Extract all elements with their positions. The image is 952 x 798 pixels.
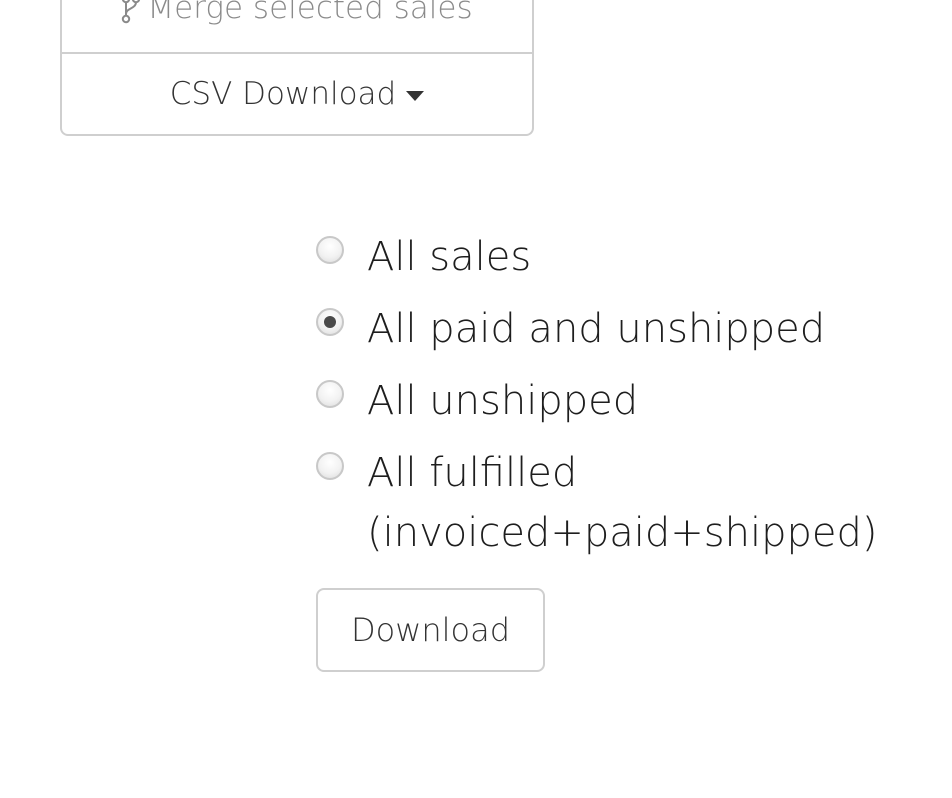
merge-selected-sales-button[interactable]: Merge selected sales: [62, 0, 532, 54]
merge-selected-sales-label: Merge selected sales: [147, 0, 473, 26]
radio-all-sales[interactable]: [316, 236, 344, 264]
option-all-paid-and-unshipped[interactable]: All paid and unshipped: [316, 304, 916, 376]
option-all-fulfilled[interactable]: All fulfilled (invoiced+paid+shipped): [316, 448, 916, 568]
option-label: All unshipped: [367, 378, 639, 424]
option-label: All fulfilled (invoiced+paid+shipped): [367, 450, 878, 556]
download-button[interactable]: Download: [316, 588, 545, 672]
actions-button-group: Merge selected sales CSV Download: [60, 0, 534, 136]
radio-all-paid-and-unshipped[interactable]: [316, 308, 344, 336]
radio-all-unshipped[interactable]: [316, 380, 344, 408]
option-label: All paid and unshipped: [367, 306, 826, 352]
option-all-unshipped[interactable]: All unshipped: [316, 376, 916, 448]
merge-branch-icon: [121, 0, 141, 32]
caret-down-icon: [406, 91, 425, 101]
option-label: All sales: [367, 234, 532, 280]
page: Merge selected sales CSV Download All sa…: [0, 0, 952, 798]
option-all-sales[interactable]: All sales: [316, 232, 916, 304]
csv-options-radio-group: All sales All paid and unshipped All uns…: [316, 232, 916, 568]
csv-download-dropdown-button[interactable]: CSV Download: [62, 54, 532, 134]
radio-all-fulfilled[interactable]: [316, 452, 344, 480]
csv-download-label: CSV Download: [169, 76, 397, 112]
